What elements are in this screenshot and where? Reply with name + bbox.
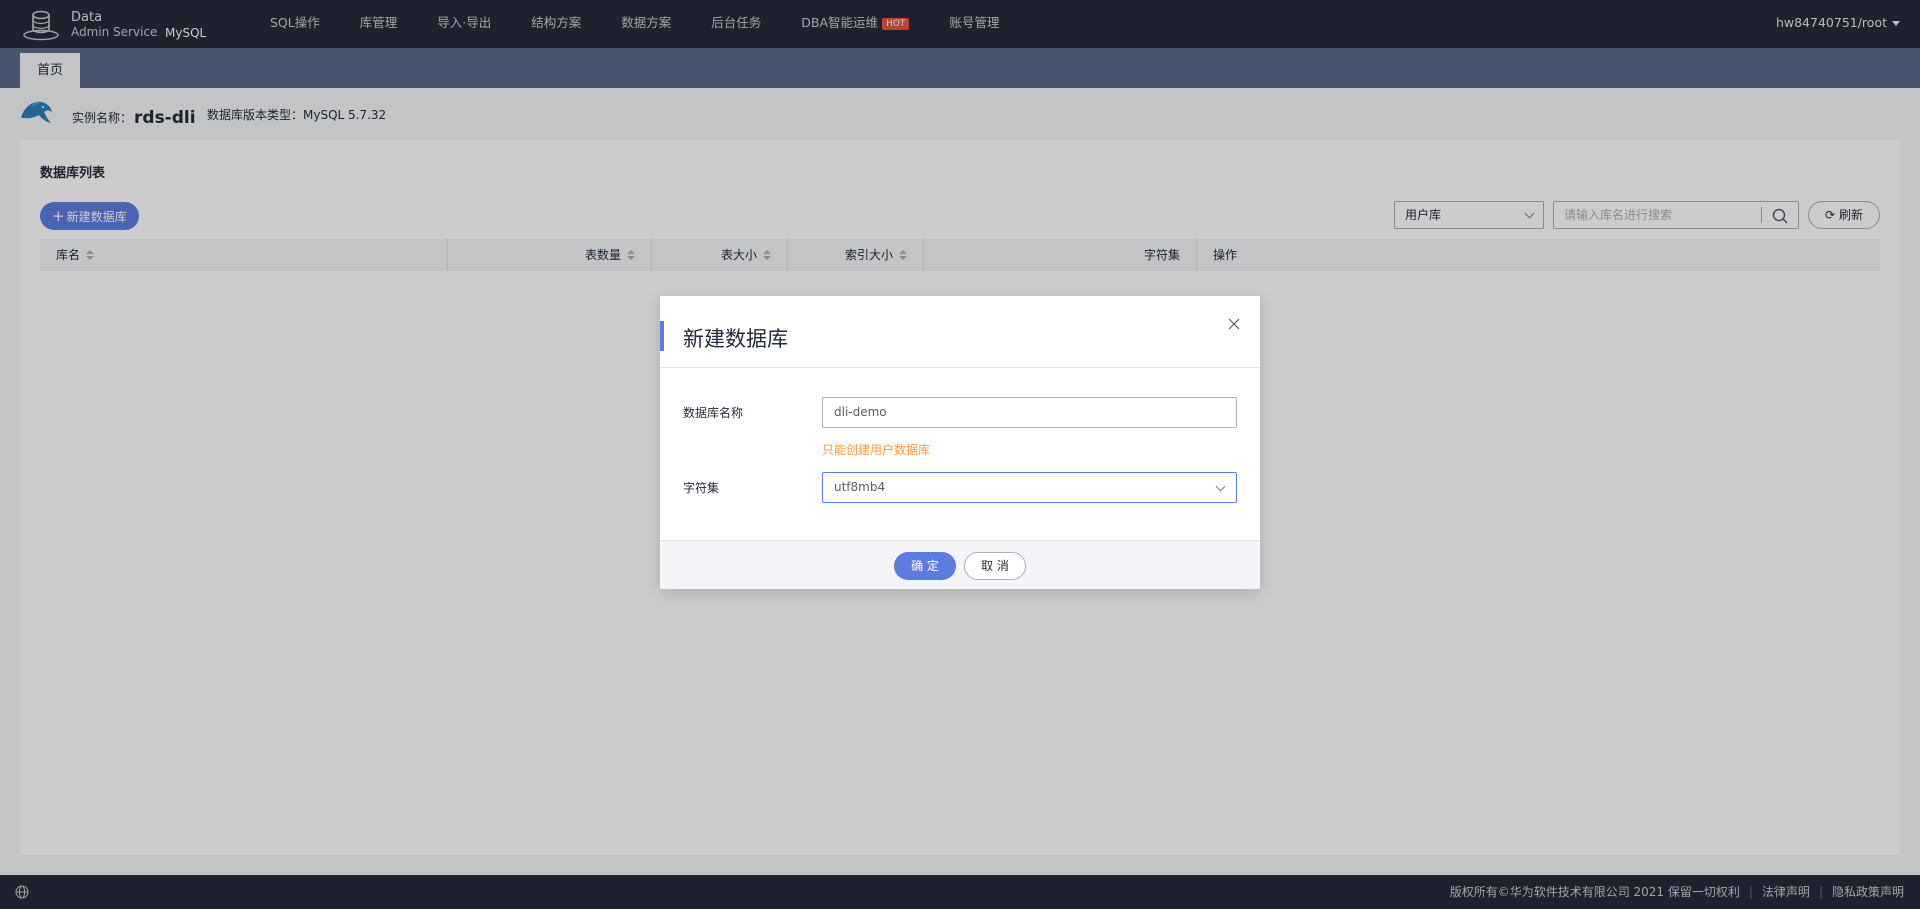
dialog-divider	[660, 367, 1260, 368]
dialog-accent-bar	[660, 321, 664, 351]
cancel-button[interactable]: 取 消	[964, 552, 1026, 580]
db-name-input[interactable]: dli-demo	[822, 397, 1237, 428]
charset-label: 字符集	[683, 481, 720, 495]
db-name-hint: 只能创建用户数据库	[822, 443, 931, 457]
charset-value: utf8mb4	[834, 480, 886, 494]
close-icon[interactable]	[1226, 316, 1242, 332]
dialog-footer: 确 定 取 消	[660, 540, 1260, 589]
chevron-down-icon	[1215, 481, 1226, 492]
db-name-label: 数据库名称	[683, 406, 744, 420]
db-name-value: dli-demo	[834, 405, 887, 419]
dialog-title: 新建数据库	[683, 327, 788, 351]
new-database-dialog: 新建数据库 数据库名称 dli-demo 只能创建用户数据库 字符集 utf8m…	[660, 296, 1260, 589]
charset-select[interactable]: utf8mb4	[822, 472, 1237, 503]
confirm-button[interactable]: 确 定	[894, 552, 956, 580]
